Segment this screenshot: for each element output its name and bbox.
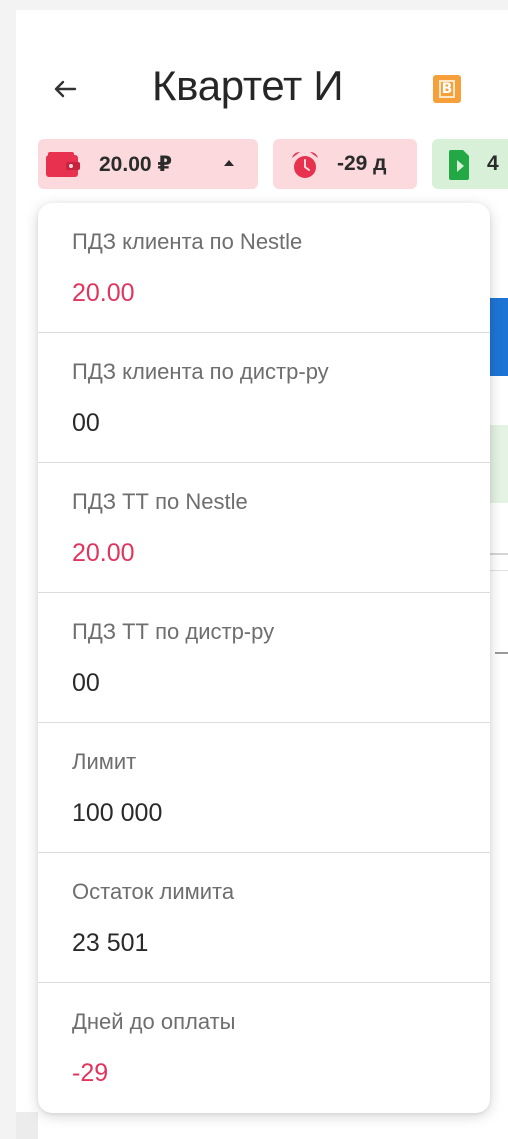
background-divider xyxy=(490,570,508,571)
detail-label: ПДЗ ТТ по дистр-ру xyxy=(72,619,275,644)
detail-value: 00 xyxy=(72,409,100,437)
detail-value: 20.00 xyxy=(72,279,135,307)
payment-days-chip[interactable]: -29 д xyxy=(273,139,417,189)
wallet-icon xyxy=(46,152,80,177)
payment-days-chip-value: -29 д xyxy=(337,152,387,175)
detail-value: 00 xyxy=(72,669,100,697)
detail-label: ПДЗ клиента по Nestle xyxy=(72,229,303,254)
detail-value: -29 xyxy=(72,1059,109,1087)
page-header: Квартет И B xyxy=(0,0,508,130)
detail-label: ПДЗ клиента по дистр-ру xyxy=(72,359,329,384)
detail-value: 20.00 xyxy=(72,539,135,567)
detail-value: 100 000 xyxy=(72,799,163,827)
background-divider xyxy=(490,553,508,555)
caret-up-icon xyxy=(224,160,234,166)
document-arrow-icon xyxy=(449,150,469,180)
document-chip[interactable]: 4 xyxy=(432,139,508,189)
category-badge: B xyxy=(433,75,461,103)
detail-row: Дней до оплаты -29 xyxy=(38,983,490,1113)
alarm-clock-icon xyxy=(292,152,318,178)
background-green-panel-edge xyxy=(490,425,508,503)
detail-label: ПДЗ ТТ по Nestle xyxy=(72,489,248,514)
back-button[interactable] xyxy=(50,74,80,104)
background-blue-button-edge xyxy=(490,298,508,376)
page-title: Квартет И xyxy=(152,62,344,109)
document-chip-value: 4 xyxy=(487,152,499,175)
balance-chip-value: 20.00 ₽ xyxy=(99,153,172,176)
balance-chip[interactable]: 20.00 ₽ xyxy=(38,139,258,189)
detail-value: 23 501 xyxy=(72,929,149,957)
detail-row: Лимит 100 000 xyxy=(38,723,490,853)
detail-row: ПДЗ клиента по дистр-ру 00 xyxy=(38,333,490,463)
background-dash xyxy=(495,652,508,654)
category-badge-letter: B xyxy=(439,80,455,98)
detail-row: ПДЗ клиента по Nestle 20.00 xyxy=(38,203,490,333)
arrow-left-icon xyxy=(54,80,77,98)
detail-row: Остаток лимита 23 501 xyxy=(38,853,490,983)
detail-label: Лимит xyxy=(72,749,137,774)
debt-details-dropdown: ПДЗ клиента по Nestle 20.00 ПДЗ клиента … xyxy=(38,203,490,1113)
detail-row: ПДЗ ТТ по Nestle 20.00 xyxy=(38,463,490,593)
background-bottom-edge xyxy=(16,1112,38,1139)
detail-row: ПДЗ ТТ по дистр-ру 00 xyxy=(38,593,490,723)
detail-label: Остаток лимита xyxy=(72,879,235,904)
detail-label: Дней до оплаты xyxy=(72,1009,236,1034)
